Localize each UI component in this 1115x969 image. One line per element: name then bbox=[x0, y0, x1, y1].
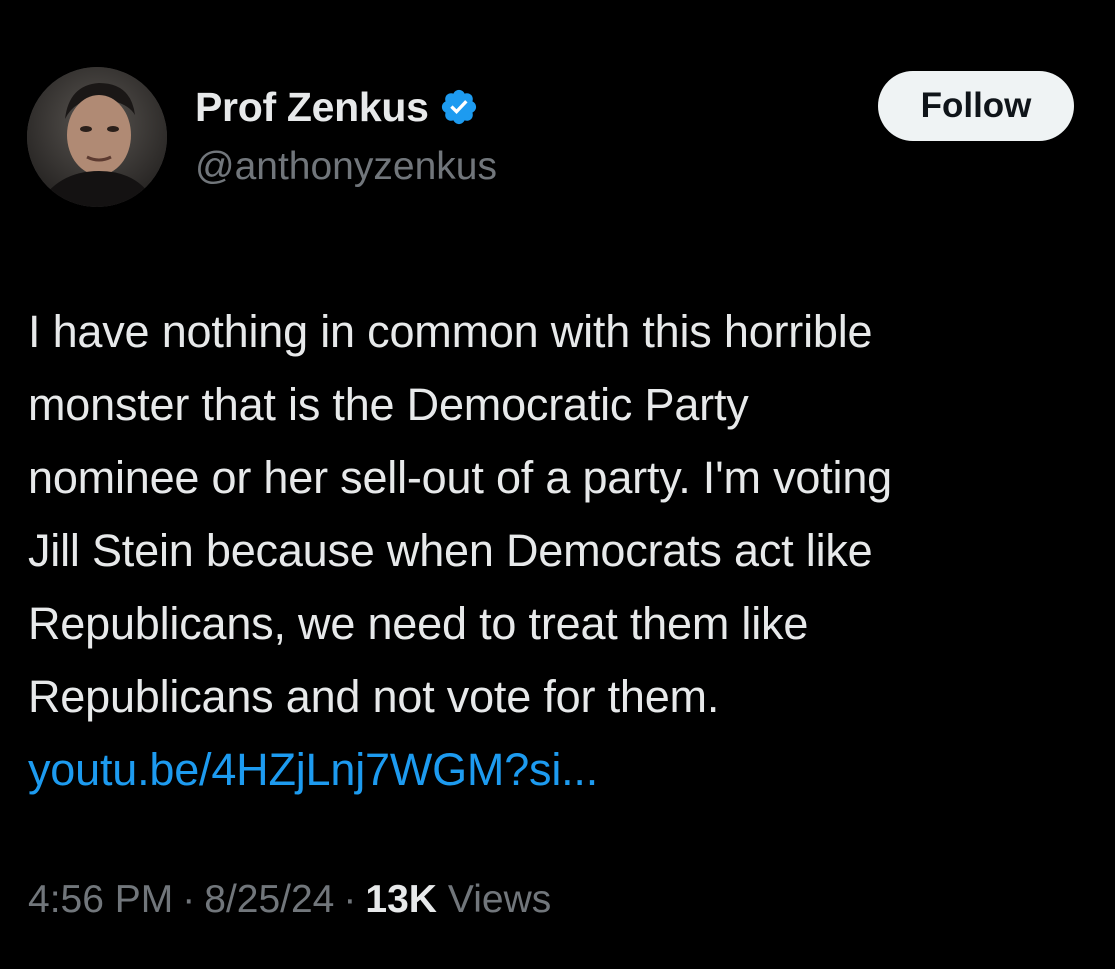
tweet-text-line: I have nothing in common with this horri… bbox=[28, 306, 873, 357]
meta-separator: · bbox=[182, 878, 196, 921]
meta-separator: · bbox=[343, 878, 357, 921]
author-handle[interactable]: @anthonyzenkus bbox=[195, 145, 497, 189]
tweet-link[interactable]: youtu.be/4HZjLnj7WGM?si... bbox=[28, 733, 1098, 806]
follow-button[interactable]: Follow bbox=[878, 71, 1074, 141]
verified-badge-icon bbox=[439, 87, 479, 127]
author-display-name[interactable]: Prof Zenkus bbox=[195, 84, 429, 131]
avatar[interactable] bbox=[27, 67, 167, 207]
tweet-text: I have nothing in common with this horri… bbox=[28, 295, 1098, 806]
views-label: Views bbox=[447, 878, 552, 921]
tweet-text-line: Republicans and not vote for them. bbox=[28, 671, 720, 722]
tweet-card: Prof Zenkus @anthonyzenkus Follow I have… bbox=[0, 0, 1115, 969]
tweet-time[interactable]: 4:56 PM bbox=[28, 878, 173, 922]
views-count: 13K bbox=[365, 878, 437, 921]
tweet-meta: 4:56 PM · 8/25/24 · 13K Views bbox=[28, 878, 551, 922]
tweet-text-line: nominee or her sell-out of a party. I'm … bbox=[28, 452, 892, 503]
tweet-text-line: Jill Stein because when Democrats act li… bbox=[28, 525, 873, 576]
tweet-text-line: Republicans, we need to treat them like bbox=[28, 598, 809, 649]
tweet-text-line: monster that is the Democratic Party bbox=[28, 379, 749, 430]
author-name-row: Prof Zenkus bbox=[195, 82, 479, 132]
avatar-photo bbox=[27, 67, 167, 207]
tweet-date[interactable]: 8/25/24 bbox=[204, 878, 334, 922]
